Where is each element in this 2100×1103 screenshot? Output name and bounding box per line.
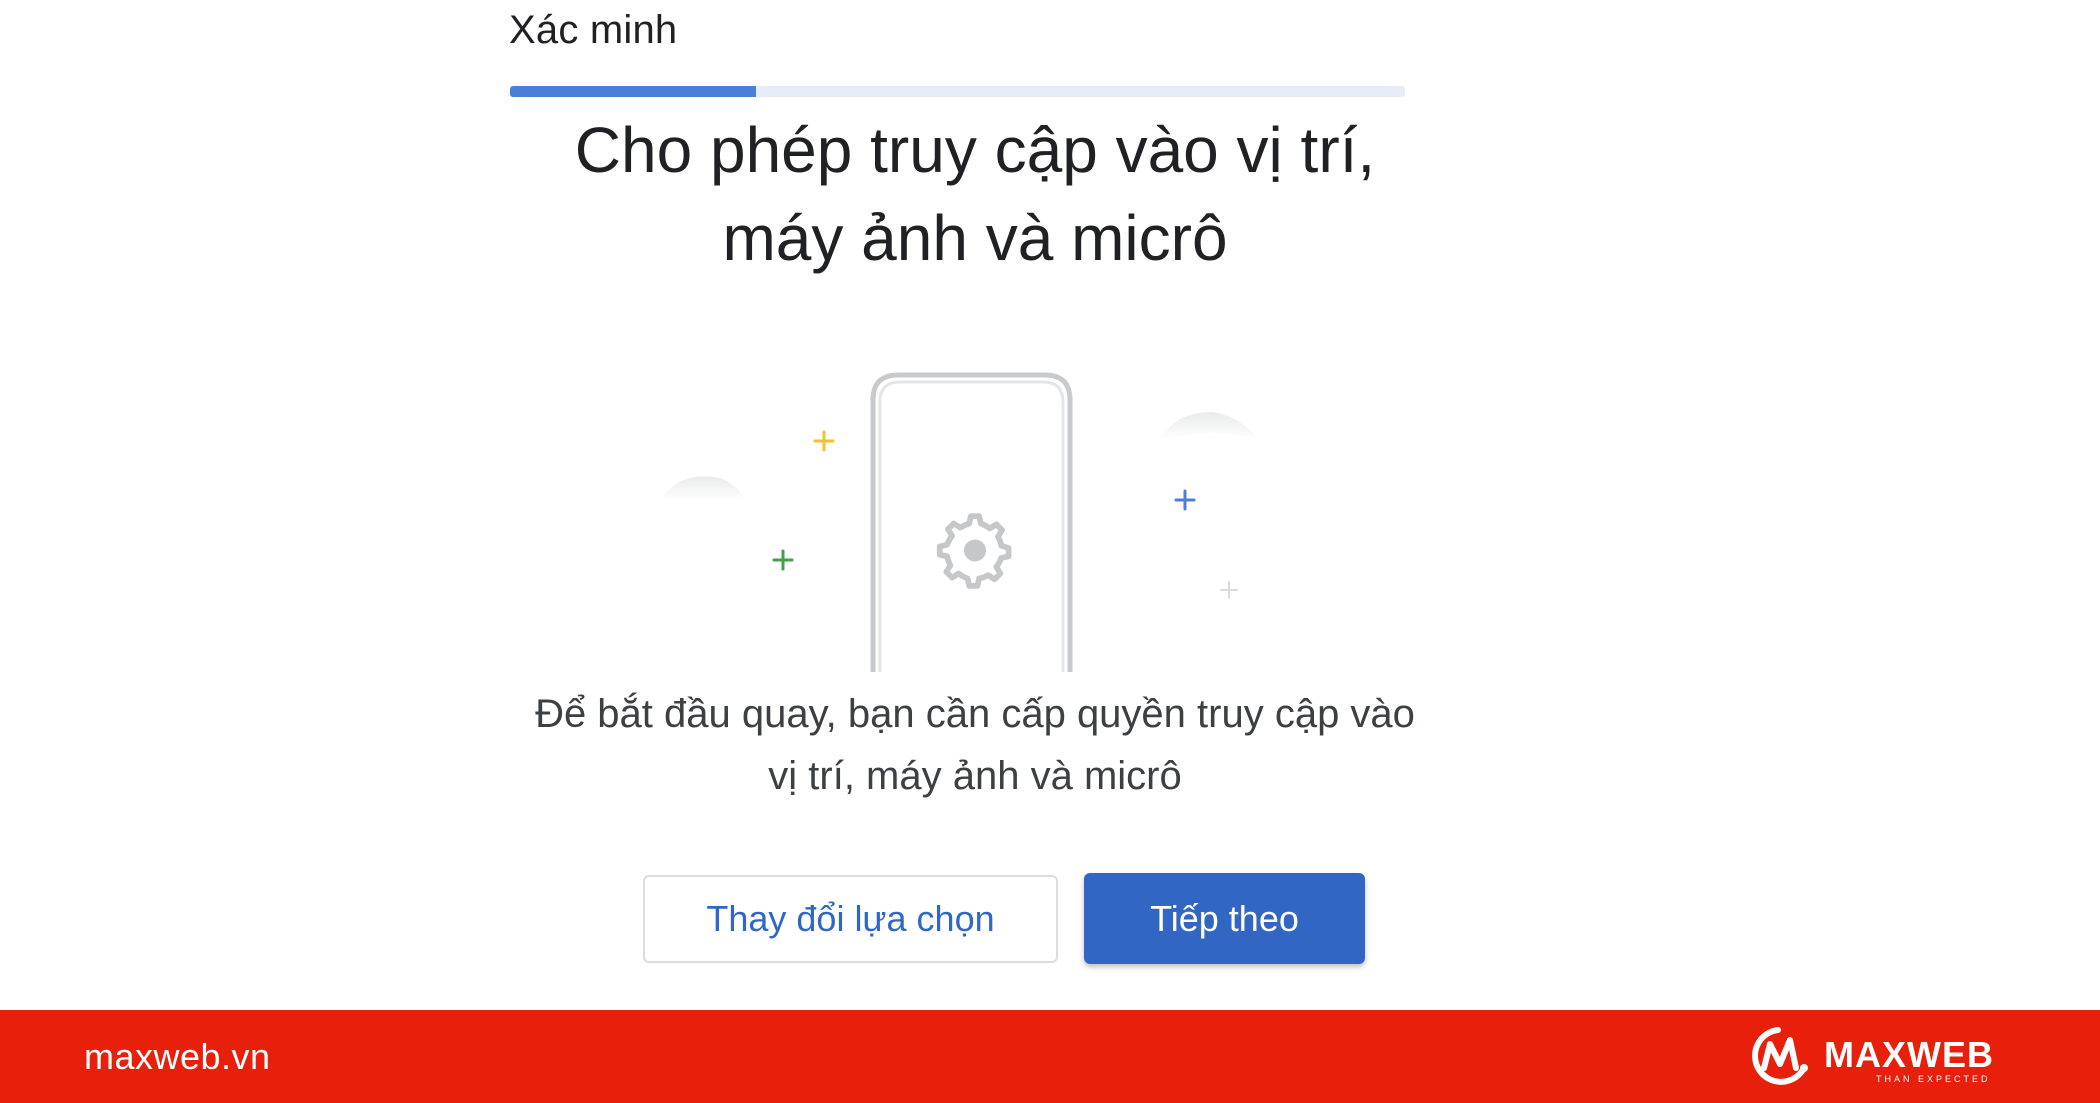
description-line-1: Để bắt đầu quay, bạn cần cấp quyền truy … <box>535 692 1415 736</box>
maxweb-logo: MAXWEB THAN EXPECTED <box>1748 1024 1993 1088</box>
progress-bar <box>510 86 1405 97</box>
step-title: Xác minh <box>509 8 678 52</box>
cloud-left-icon <box>660 476 744 500</box>
page-headline: Cho phép truy cập vào vị trí, máy ảnh và… <box>460 106 1490 282</box>
description: Để bắt đầu quay, bạn cần cấp quyền truy … <box>440 683 1510 807</box>
footer-banner: maxweb.vn MAXWEB THAN EXPECTED <box>0 1010 2100 1103</box>
permission-illustration <box>660 372 1260 672</box>
sparkle-gray-icon <box>1220 581 1238 599</box>
maxweb-logo-text: MAXWEB <box>1824 1034 1994 1075</box>
next-button[interactable]: Tiếp theo <box>1084 873 1365 964</box>
sparkle-yellow-icon <box>813 430 835 452</box>
footer-site-link[interactable]: maxweb.vn <box>84 1036 271 1078</box>
progress-fill <box>510 86 757 97</box>
headline-line-1: Cho phép truy cập vào vị trí, <box>574 114 1376 186</box>
change-selection-button[interactable]: Thay đổi lựa chọn <box>643 875 1058 963</box>
sparkle-green-icon <box>772 549 794 571</box>
maxweb-logo-mark-icon <box>1752 1027 1808 1085</box>
maxweb-logo-tagline: THAN EXPECTED <box>1876 1074 1991 1084</box>
description-line-2: vị trí, máy ảnh và micrô <box>768 754 1182 798</box>
cloud-right-icon <box>1160 412 1260 440</box>
sparkle-blue-icon <box>1174 489 1196 511</box>
headline-line-2: máy ảnh và micrô <box>722 202 1228 274</box>
